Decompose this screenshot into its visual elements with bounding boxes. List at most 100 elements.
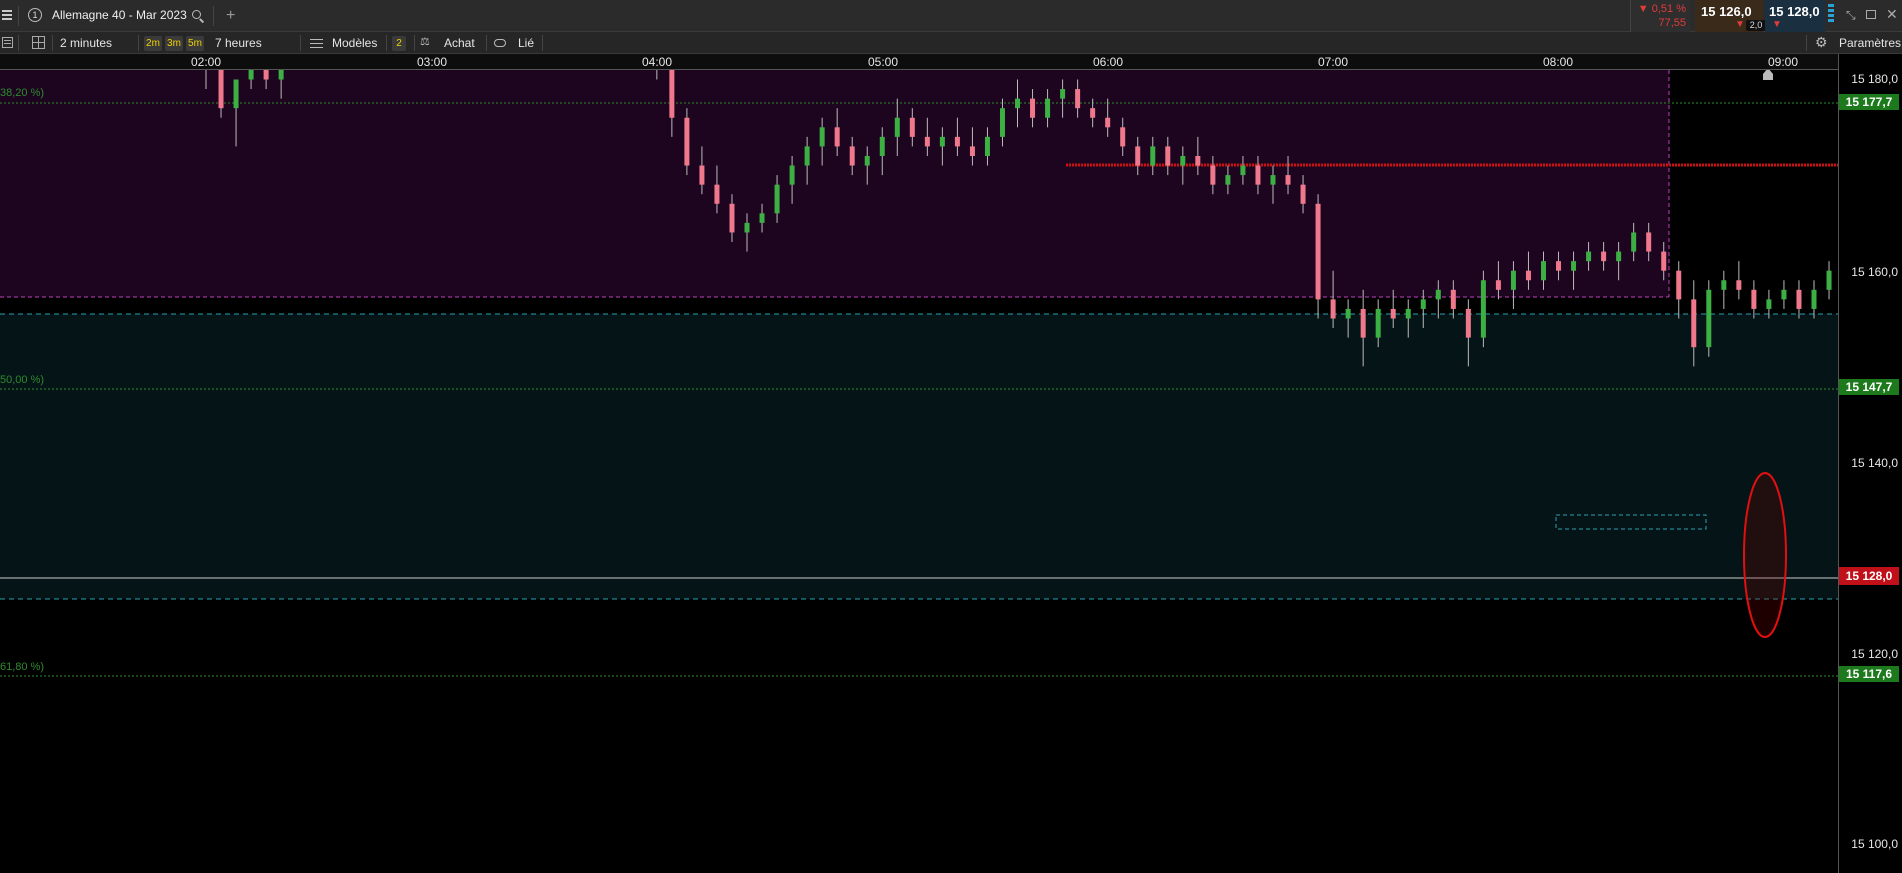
candle-down[interactable] <box>1465 308 1471 338</box>
candle-down[interactable] <box>1736 280 1742 290</box>
buy-box[interactable]: 15 128,0 ▼ <box>1765 0 1825 32</box>
candle-up[interactable] <box>789 165 795 185</box>
candle-down[interactable] <box>1691 299 1697 348</box>
candle-down[interactable] <box>684 117 690 166</box>
quick-interval-5m[interactable]: 5m <box>186 36 204 51</box>
candle-up[interactable] <box>864 155 870 166</box>
candle-down[interactable] <box>218 70 224 109</box>
candle-down[interactable] <box>1525 270 1531 281</box>
candle-up[interactable] <box>1270 175 1276 185</box>
candle-down[interactable] <box>1751 289 1757 309</box>
candle-up[interactable] <box>999 108 1005 137</box>
candle-down[interactable] <box>1661 251 1667 271</box>
candle-up[interactable] <box>1420 299 1426 309</box>
candle-up[interactable] <box>1060 89 1066 99</box>
candle-up[interactable] <box>1766 299 1772 309</box>
candle-up[interactable] <box>1781 289 1787 300</box>
candle-down[interactable] <box>1030 98 1036 118</box>
candle-up[interactable] <box>1721 280 1727 290</box>
candle-down[interactable] <box>849 146 855 166</box>
interval-dropdown[interactable]: 2 minutes <box>60 32 112 54</box>
candle-up[interactable] <box>1375 308 1381 338</box>
candle-down[interactable] <box>1195 155 1201 166</box>
range-dropdown[interactable]: 7 heures <box>215 32 262 54</box>
candle-down[interactable] <box>1390 308 1396 319</box>
search-icon[interactable] <box>192 10 205 23</box>
candle-up[interactable] <box>1616 251 1622 262</box>
candle-down[interactable] <box>1676 270 1682 300</box>
candle-up[interactable] <box>1586 251 1592 262</box>
candle-down[interactable] <box>1601 251 1607 262</box>
candle-down[interactable] <box>969 146 975 156</box>
candle-down[interactable] <box>1315 203 1321 300</box>
candle-down[interactable] <box>263 70 269 80</box>
candle-up[interactable] <box>759 213 765 223</box>
candle-down[interactable] <box>1135 146 1141 166</box>
candle-up[interactable] <box>774 184 780 214</box>
quick-interval-2m[interactable]: 2m <box>144 36 162 51</box>
candle-up[interactable] <box>1345 308 1351 319</box>
candle-up[interactable] <box>879 136 885 156</box>
candle-down[interactable] <box>909 117 915 137</box>
candle-up[interactable] <box>939 136 945 147</box>
candle-down[interactable] <box>1165 146 1171 166</box>
candle-down[interactable] <box>1495 280 1501 290</box>
candle-down[interactable] <box>1120 127 1126 147</box>
candle-down[interactable] <box>1090 108 1096 118</box>
candle-down[interactable] <box>1210 165 1216 185</box>
menu-icon[interactable] <box>2 9 12 21</box>
candle-up[interactable] <box>1631 232 1637 252</box>
candle-up[interactable] <box>894 117 900 137</box>
candle-down[interactable] <box>1075 89 1081 109</box>
candle-up[interactable] <box>278 70 284 80</box>
candle-down[interactable] <box>1646 232 1652 252</box>
candle-up[interactable] <box>1240 165 1246 176</box>
candle-up[interactable] <box>1045 98 1051 118</box>
candle-up[interactable] <box>1015 98 1021 109</box>
candle-up[interactable] <box>233 79 239 109</box>
candle-up[interactable] <box>984 136 990 156</box>
candle-up[interactable] <box>1435 289 1441 300</box>
candle-up[interactable] <box>1225 175 1231 185</box>
support-zone[interactable] <box>0 314 1838 599</box>
candle-up[interactable] <box>819 127 825 147</box>
candle-down[interactable] <box>1796 289 1802 309</box>
candle-down[interactable] <box>1360 308 1366 338</box>
candle-up[interactable] <box>1480 280 1486 338</box>
popout-icon[interactable] <box>1866 10 1876 19</box>
linked-count-badge[interactable]: 2 <box>392 36 406 51</box>
candle-down[interactable] <box>924 136 930 147</box>
candle-down[interactable] <box>1105 117 1111 128</box>
candle-up[interactable] <box>804 146 810 166</box>
candle-down[interactable] <box>1255 165 1261 185</box>
candle-down[interactable] <box>1556 261 1562 271</box>
resistance-zone[interactable] <box>0 70 1669 297</box>
candle-down[interactable] <box>834 127 840 147</box>
highlight-ellipse[interactable] <box>1743 472 1787 638</box>
candle-up[interactable] <box>1571 261 1577 271</box>
collapse-icon[interactable]: ⤡ <box>1846 8 1856 23</box>
candle-down[interactable] <box>669 70 675 118</box>
candle-up[interactable] <box>1826 270 1832 290</box>
candle-up[interactable] <box>744 222 750 233</box>
candle-up[interactable] <box>1811 289 1817 309</box>
candle-down[interactable] <box>1300 184 1306 204</box>
candle-up[interactable] <box>1180 155 1186 166</box>
add-tab-icon[interactable]: + <box>226 8 235 24</box>
layout-icon[interactable] <box>32 36 45 49</box>
candle-up[interactable] <box>1706 289 1712 348</box>
candle-down[interactable] <box>1450 289 1456 309</box>
candle-down[interactable] <box>1285 175 1291 185</box>
candle-down[interactable] <box>954 136 960 147</box>
price-chart[interactable] <box>0 70 1838 873</box>
candle-up[interactable] <box>1150 146 1156 166</box>
candle-down[interactable] <box>1330 299 1336 319</box>
close-icon[interactable]: ✕ <box>1886 6 1898 23</box>
candle-up[interactable] <box>1405 308 1411 319</box>
candle-up[interactable] <box>248 70 254 80</box>
candle-down[interactable] <box>729 203 735 233</box>
price-axis[interactable]: 15 180,0 15 160,0 15 140,0 15 120,0 15 1… <box>1838 54 1902 873</box>
candle-up[interactable] <box>1510 270 1516 290</box>
quick-interval-3m[interactable]: 3m <box>165 36 183 51</box>
candle-down[interactable] <box>699 165 705 185</box>
